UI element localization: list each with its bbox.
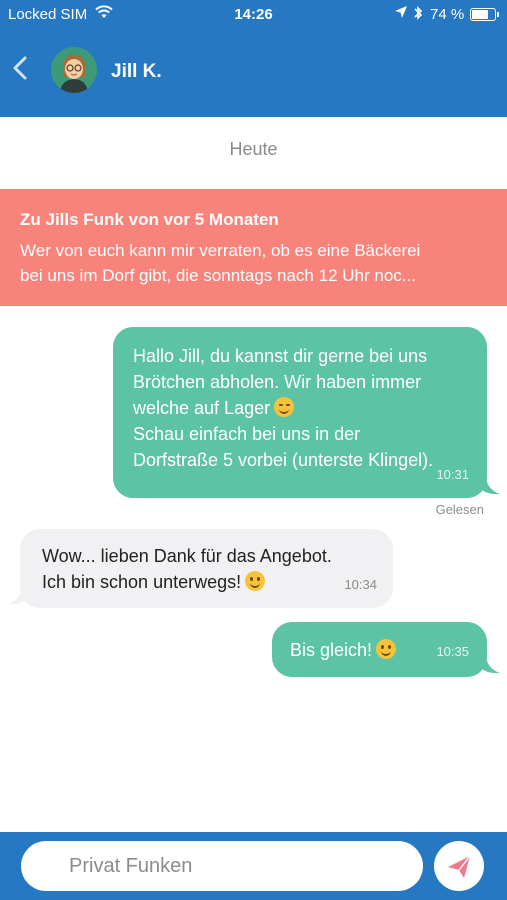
message-bubble-incoming[interactable]: Wow... lieben Dank für das Angebot. Ich … <box>20 529 393 608</box>
winking-face-icon <box>274 397 295 417</box>
battery-percent: 74 % <box>430 6 465 23</box>
message-time: 10:34 <box>344 577 377 592</box>
message-bubble-outgoing[interactable]: Bis gleich! 10:35 <box>272 622 487 677</box>
message-time: 10:35 <box>436 644 469 659</box>
message-input[interactable] <box>21 841 423 891</box>
bubble-tail <box>480 657 500 674</box>
contact-name[interactable]: Jill K. <box>111 61 162 83</box>
battery-level <box>472 10 488 19</box>
location-icon <box>394 5 408 23</box>
message-time: 10:31 <box>436 467 469 482</box>
message-bubble-outgoing[interactable]: Hallo Jill, du kannst dir gerne bei uns … <box>113 327 487 498</box>
quoted-post-banner[interactable]: Zu Jills Funk von vor 5 Monaten Wer von … <box>0 189 507 306</box>
date-separator: Heute <box>229 139 278 159</box>
message-line-with-emoji: welche auf Lager <box>133 395 469 421</box>
bubble-tail <box>480 478 500 495</box>
message-line: Bis gleich! <box>290 640 373 660</box>
paper-plane-icon[interactable] <box>434 841 484 891</box>
message-line: Dorfstraße 5 vorbei (unterste Klingel). <box>133 450 434 470</box>
status-bar: Locked SIM 14:26 74 % <box>0 0 507 30</box>
message-line: Hallo Jill, du kannst dir gerne bei uns <box>133 346 428 366</box>
smiling-face-icon <box>245 571 266 591</box>
message-line: Brötchen abholen. Wir haben immer <box>133 372 422 392</box>
contact-avatar[interactable] <box>51 47 97 93</box>
quoted-post-line: bei uns im Dorf gibt, die sonntags nach … <box>20 266 416 285</box>
quoted-post-text: Wer von euch kann mir verraten, ob es ei… <box>20 238 487 288</box>
message-line: Ich bin schon unterwegs! <box>42 572 242 592</box>
message-line: Wow... lieben Dank für das Angebot. <box>42 546 332 566</box>
message-line: Schau einfach bei uns in der <box>133 424 361 444</box>
chat-header: Jill K. <box>0 30 507 117</box>
chevron-left-icon[interactable] <box>8 48 34 88</box>
quoted-post-line: Wer von euch kann mir verraten, ob es ei… <box>20 241 421 260</box>
smiling-face-icon <box>376 639 397 659</box>
message-line: welche auf Lager <box>133 398 271 418</box>
message-composer <box>0 832 507 900</box>
read-receipt: Gelesen <box>435 502 484 517</box>
battery-icon <box>470 8 499 21</box>
bubble-tail <box>8 588 28 605</box>
message-line-with-emoji: Ich bin schon unterwegs! <box>42 569 375 595</box>
bluetooth-icon <box>413 5 423 25</box>
quoted-post-title: Zu Jills Funk von vor 5 Monaten <box>20 210 279 229</box>
